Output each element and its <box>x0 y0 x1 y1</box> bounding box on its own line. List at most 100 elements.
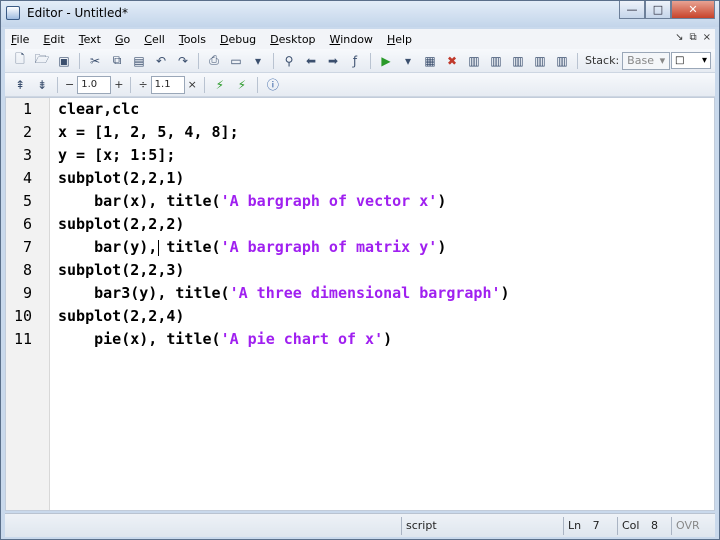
code-editor[interactable]: 1 2 3 4 5 6 7 8 9 10 11 clear,clc x = [1… <box>5 97 715 511</box>
function-browser-icon[interactable]: ƒ <box>347 53 363 69</box>
continue-icon[interactable]: ▥ <box>532 53 548 69</box>
line-number: 3 <box>22 146 32 164</box>
toolbar-separator <box>577 52 578 69</box>
page-icon[interactable]: ▭ <box>228 53 244 69</box>
undo-icon[interactable]: ↶ <box>153 53 169 69</box>
code-line[interactable]: x = [1, 2, 5, 4, 8]; <box>58 123 239 145</box>
code-text-area[interactable]: clear,clc x = [1, 2, 5, 4, 8]; y = [x; 1… <box>58 98 714 510</box>
line-number: 6 <box>22 215 32 233</box>
clear-breakpoints-icon[interactable]: ✖ <box>444 53 460 69</box>
code-text: ) <box>383 330 393 348</box>
line-number: 2 <box>22 123 32 141</box>
forward-icon[interactable]: ➡ <box>325 53 341 69</box>
step-out-icon[interactable]: ▥ <box>510 53 526 69</box>
string-literal: 'A pie chart of x' <box>220 330 384 348</box>
line-number: 8 <box>22 261 32 279</box>
scale-value-input[interactable] <box>150 75 185 94</box>
menu-tools[interactable]: Tools <box>179 33 206 46</box>
code-line[interactable]: clear,clc <box>58 100 139 122</box>
menu-debug[interactable]: Debug <box>220 33 256 46</box>
column-label: Col <box>622 519 640 532</box>
code-line[interactable]: bar(x), title('A bargraph of vector x') <box>58 192 446 214</box>
code-line[interactable]: bar3(y), title('A three dimensional barg… <box>58 284 510 306</box>
code-line[interactable]: subplot(2,2,3) <box>58 261 184 283</box>
maximize-button[interactable]: □ <box>645 1 671 19</box>
info-icon[interactable]: ⓘ <box>265 77 281 93</box>
dropdown-arrow-icon[interactable]: ▾ <box>250 53 266 69</box>
code-line[interactable]: pie(x), title('A pie chart of x') <box>58 330 392 352</box>
dock-arrow-icon[interactable]: ↘ <box>675 32 683 43</box>
toolbar-separator <box>256 76 258 93</box>
back-icon[interactable]: ⬅ <box>303 53 319 69</box>
line-number: 11 <box>13 330 32 348</box>
code-line[interactable]: subplot(2,2,2) <box>58 215 184 237</box>
chevron-down-icon: ▾ <box>659 54 666 67</box>
code-text: ) <box>437 238 447 256</box>
cell-divider-icon[interactable]: ⇟ <box>34 77 50 93</box>
menu-go[interactable]: Go <box>115 33 130 46</box>
find-icon[interactable]: ⚲ <box>281 53 297 69</box>
print-icon[interactable]: ⎙ <box>206 53 222 69</box>
save-icon[interactable]: ▣ <box>56 53 72 69</box>
menu-edit[interactable]: Edit <box>43 33 64 46</box>
code-line[interactable]: bar(y), title('A bargraph of matrix y') <box>58 238 446 260</box>
cell-toolbar: ⇞ ⇟ − + ÷ × ⚡ ⚡ ⓘ <box>5 73 715 97</box>
minimize-button[interactable]: — <box>619 1 645 19</box>
code-text: ) <box>500 284 510 302</box>
status-mode: script <box>401 517 561 535</box>
increment-value-input[interactable] <box>77 75 112 94</box>
line-number: 5 <box>22 192 32 210</box>
new-file-icon[interactable]: 🗋 <box>12 52 28 69</box>
multiply-button[interactable]: × <box>188 78 197 91</box>
layout-select[interactable]: □ ▾ <box>671 52 711 69</box>
line-number: 1 <box>22 100 32 118</box>
text-cursor <box>158 240 159 256</box>
menu-text[interactable]: Text <box>79 33 101 46</box>
copy-icon[interactable]: ⧉ <box>109 53 125 69</box>
exit-debug-icon[interactable]: ▥ <box>554 53 570 69</box>
menu-help[interactable]: Help <box>387 33 412 46</box>
close-doc-icon[interactable]: × <box>703 32 711 43</box>
divide-button[interactable]: ÷ <box>138 78 147 91</box>
menu-desktop[interactable]: Desktop <box>270 33 315 46</box>
code-line[interactable]: subplot(2,2,1) <box>58 169 184 191</box>
title-bar[interactable]: Editor - Untitled* — □ ✕ <box>1 1 719 27</box>
code-line[interactable]: y = [x; 1:5]; <box>58 146 175 168</box>
toolbar-separator <box>198 52 199 69</box>
toolbar-separator <box>130 76 132 93</box>
status-column: Col 8 <box>617 517 671 535</box>
line-number: 10 <box>13 307 32 325</box>
cut-icon[interactable]: ✂ <box>87 53 103 69</box>
decrement-button[interactable]: − <box>65 78 74 91</box>
run-dropdown-icon[interactable]: ▾ <box>400 53 416 69</box>
window-controls: — □ ✕ <box>619 1 715 20</box>
string-literal: 'A bargraph of matrix y' <box>220 238 438 256</box>
stack-value: Base <box>627 54 654 67</box>
step-in-icon[interactable]: ▥ <box>488 53 504 69</box>
menu-window[interactable]: Window <box>330 33 373 46</box>
menu-file[interactable]: File <box>11 33 29 46</box>
paste-icon[interactable]: ▤ <box>131 53 147 69</box>
eval-advance-icon[interactable]: ⚡ <box>234 77 250 93</box>
line-value: 7 <box>592 519 600 532</box>
step-icon[interactable]: ▥ <box>466 53 482 69</box>
code-text: bar(x), title( <box>94 192 221 210</box>
status-line: Ln 7 <box>563 517 617 535</box>
docking-controls: ↘ ⧉ × <box>675 32 711 43</box>
undock-icon[interactable]: ⧉ <box>689 32 696 43</box>
menu-cell[interactable]: Cell <box>144 33 165 46</box>
run-icon[interactable]: ▶ <box>378 53 394 69</box>
code-text: subplot(2,2,4) <box>58 307 185 325</box>
redo-icon[interactable]: ↷ <box>175 53 191 69</box>
close-button[interactable]: ✕ <box>671 1 715 19</box>
stack-select[interactable]: Base ▾ <box>622 51 671 70</box>
open-folder-icon[interactable]: 🗁 <box>34 52 50 69</box>
set-breakpoint-icon[interactable]: ▦ <box>422 53 438 69</box>
code-line[interactable]: subplot(2,2,4) <box>58 307 184 329</box>
eval-cell-icon[interactable]: ⚡ <box>212 77 228 93</box>
insert-cell-icon[interactable]: ⇞ <box>12 77 28 93</box>
increment-button[interactable]: + <box>114 78 123 91</box>
code-text: ) <box>437 192 447 210</box>
overwrite-indicator: OVR <box>671 517 711 535</box>
